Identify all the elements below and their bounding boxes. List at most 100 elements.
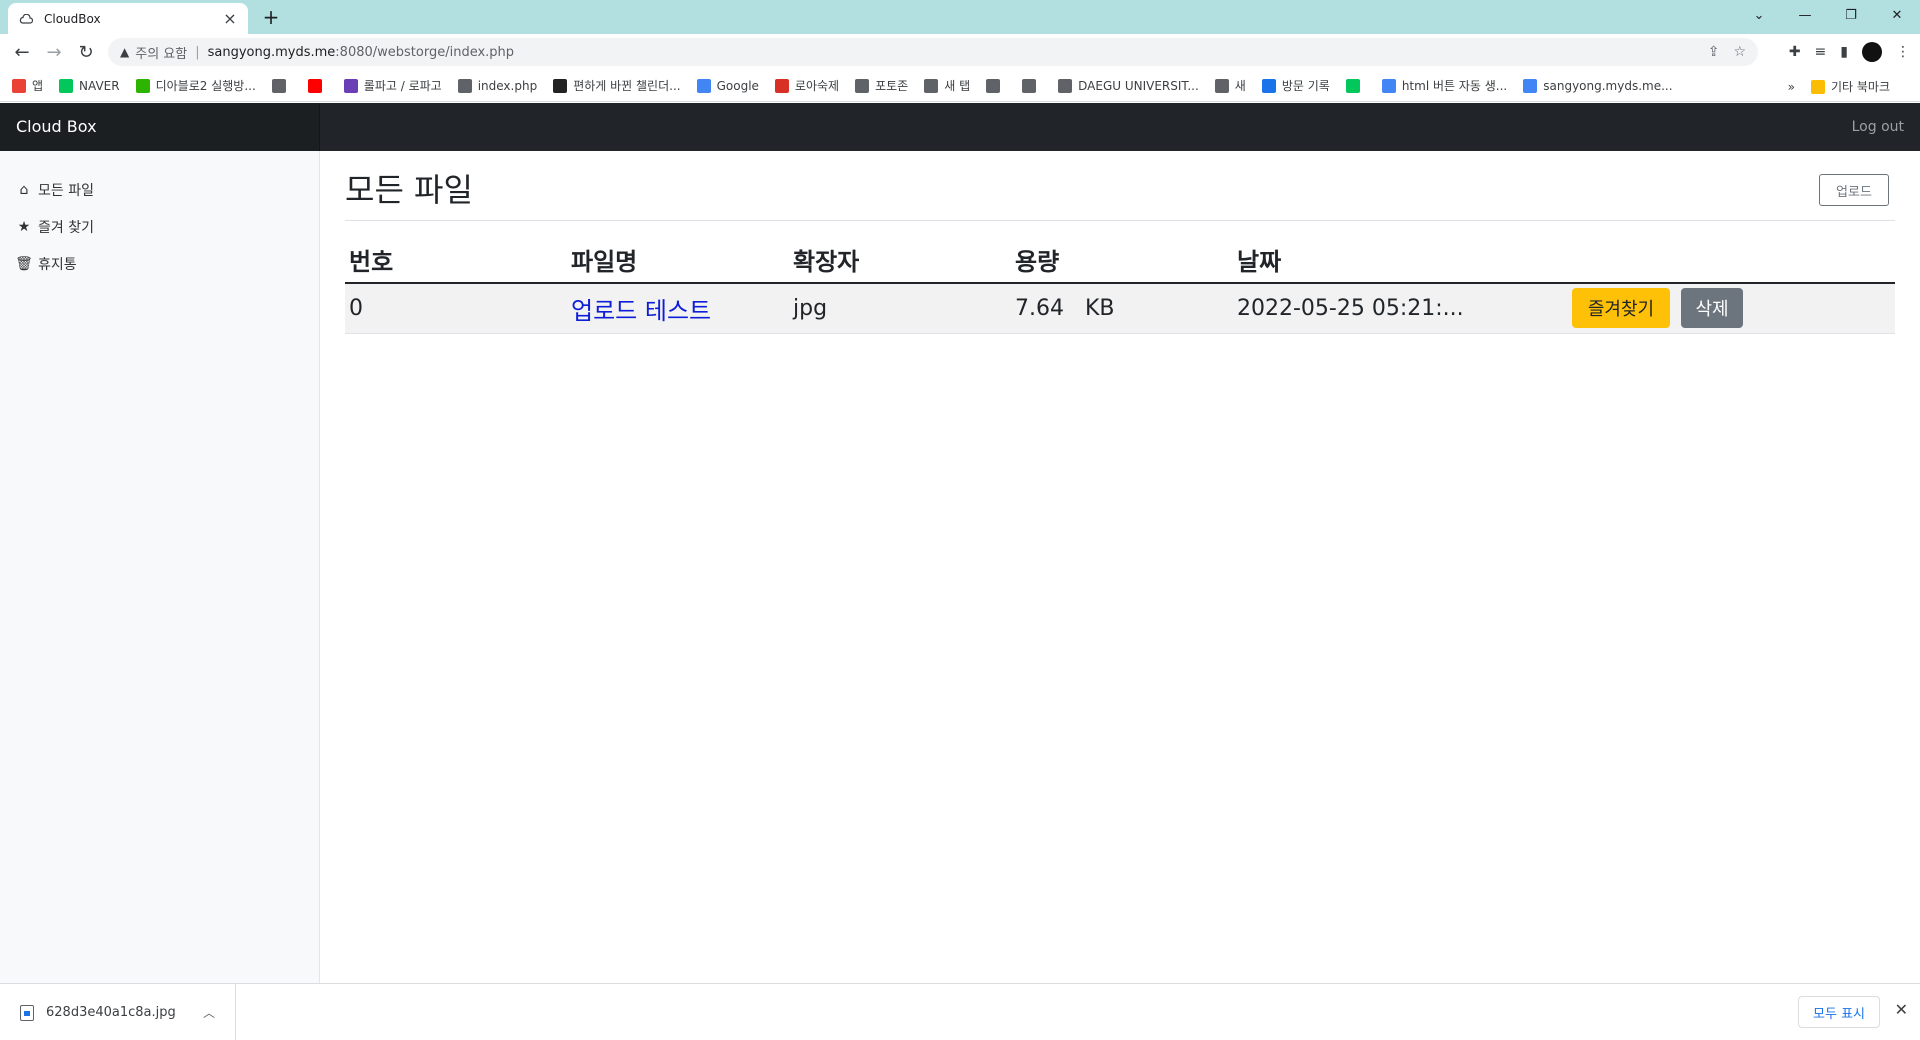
bookmark-label: index.php [477,78,538,93]
file-link[interactable]: 업로드 테스트 [571,297,711,325]
bookmark-item[interactable]: NAVER [59,78,120,93]
download-item[interactable]: 628d3e40a1c8a.jpg ︿ [0,984,236,1040]
sidebar-item-label: 모든 파일 [38,182,94,199]
other-bookmarks[interactable]: 기타 북마크 [1810,78,1890,95]
trash-icon: 🗑 [15,255,33,272]
bookmark-favicon-icon [774,78,789,93]
bookmark-favicon-icon [343,78,358,93]
favorite-button[interactable]: 즐겨찾기 [1572,288,1670,329]
file-table: 번호 파일명 확장자 용량 날짜 0 업로드 테스트 jpg 7.64 KB 2… [345,237,1895,334]
side-panel-icon[interactable]: ▮ [1840,44,1848,60]
window-controls: ⌄ — ❐ ✕ [1736,0,1920,30]
bookmark-item[interactable]: 편하게 바뀐 챌린더... [553,77,681,94]
bookmark-favicon-icon [1523,78,1538,93]
address-path[interactable]: :8080/webstorge/index.php [335,45,514,60]
brand-logo[interactable]: Cloud Box [0,103,320,151]
bookmark-item[interactable]: Google [696,78,759,93]
home-icon: ⌂ [19,181,29,198]
bookmark-favicon-icon [855,78,870,93]
upload-button[interactable]: 업로드 [1819,174,1889,206]
menu-icon[interactable]: ⋮ [1896,44,1910,60]
bookmark-item[interactable]: 롤파고 / 로파고 [343,77,442,94]
reading-list-icon[interactable]: ≡ [1815,44,1827,60]
folder-icon [1810,79,1825,94]
bookmark-label: 앱 [32,79,44,93]
close-window-button[interactable]: ✕ [1874,0,1920,30]
bookmark-item[interactable]: DAEGU UNIVERSIT... [1058,78,1199,93]
bookmark-item[interactable]: index.php [457,78,538,93]
bookmark-item[interactable]: 로아숙제 [774,77,840,94]
address-bar[interactable]: ▲ 주의 요함 | sangyong.myds.me :8080/webstor… [108,38,1758,66]
header-extension: 확장자 [789,237,1011,284]
bookmark-item[interactable]: 디아블로2 실행방... [135,77,256,94]
bookmark-item[interactable]: 새 [1214,77,1246,94]
show-all-button[interactable]: 모두 표시 [1798,996,1880,1028]
bookmark-item[interactable] [1345,78,1366,93]
table-row: 0 업로드 테스트 jpg 7.64 KB 2022-05-25 05:21:.… [345,283,1895,334]
sidebar-item[interactable]: 🗑 휴지통 [0,245,319,282]
back-icon[interactable]: ← [8,38,36,66]
bookmark-item[interactable]: sangyong.myds.me... [1523,78,1673,93]
bookmarks-right: » 기타 북마크 [1788,78,1906,95]
bookmark-label: 방문 기록 [1281,79,1330,93]
bookmark-item[interactable]: 포토존 [855,77,908,94]
page-title: 모든 파일 [345,171,473,209]
bookmarks-bar: 앱 NAVER 디아블로2 실행방... 롤파고 / 로파고 index.php 편하게 … [0,70,1920,102]
sidebar: ⌂ 모든 파일 ★ 즐겨 찾기 🗑 휴지통 [0,151,320,983]
page-header: 모든 파일 업로드 [345,151,1895,221]
bookmark-item[interactable]: html 버튼 자동 생... [1381,77,1507,94]
bookmark-item[interactable] [307,78,328,93]
bookmarks-overflow[interactable]: » [1788,80,1795,94]
bookmark-favicon-icon [1381,78,1396,93]
bookmark-item[interactable]: 새 탭 [924,77,970,94]
bookmark-favicon-icon [553,78,568,93]
bookmark-favicon-icon [696,78,711,93]
address-host[interactable]: sangyong.myds.me [208,45,336,60]
download-filename: 628d3e40a1c8a.jpg [46,1005,176,1020]
minimize-button[interactable]: — [1782,0,1828,30]
extensions-icon[interactable]: ✚ [1789,44,1801,60]
bookmark-star-icon[interactable]: ☆ [1733,44,1746,60]
bookmark-label: 로아숙제 [794,79,840,93]
share-icon[interactable]: ⇪ [1708,44,1720,60]
close-icon[interactable]: ✕ [1895,1000,1908,1019]
cell-actions: 즐겨찾기 삭제 [1568,283,1895,334]
new-tab-button[interactable]: + [260,6,282,28]
bookmark-item[interactable] [986,78,1006,93]
star-icon: ★ [17,218,31,235]
header-date: 날짜 [1233,237,1568,284]
bookmark-favicon-icon [271,78,286,93]
delete-button[interactable]: 삭제 [1681,288,1743,329]
bookmark-favicon-icon [1022,78,1037,93]
bookmark-favicon-icon [1345,78,1360,93]
header-size: 용량 [1011,237,1233,284]
logout-link[interactable]: Log out [1852,103,1904,151]
forward-icon[interactable]: → [40,38,68,66]
bookmark-favicon-icon [59,78,74,93]
tab-search-icon[interactable]: ⌄ [1736,0,1782,30]
browser-tab[interactable]: CloudBox × [8,3,248,34]
bookmark-item[interactable]: 방문 기록 [1261,77,1330,94]
bookmark-favicon-icon [1214,78,1229,93]
bookmark-item[interactable]: 앱 [12,77,43,94]
cell-size: 7.64 KB [1011,283,1233,334]
browser-toolbar: ← → ↻ ▲ 주의 요함 | sangyong.myds.me :8080/w… [0,34,1920,70]
bookmark-favicon-icon [307,78,322,93]
security-warning-label[interactable]: 주의 요함 [135,43,187,62]
cloud-icon [18,11,34,27]
header-number: 번호 [345,237,567,284]
restore-button[interactable]: ❐ [1828,0,1874,30]
reload-icon[interactable]: ↻ [72,38,100,66]
sidebar-item[interactable]: ★ 즐겨 찾기 [0,208,319,245]
bookmark-item[interactable] [271,78,292,93]
warning-icon[interactable]: ▲ [120,45,129,59]
chevron-up-icon[interactable]: ︿ [203,1004,215,1021]
sidebar-item-label: 즐겨 찾기 [38,219,94,236]
other-bookmarks-label: 기타 북마크 [1830,80,1890,94]
sidebar-item[interactable]: ⌂ 모든 파일 [0,171,319,208]
profile-avatar[interactable] [1862,42,1882,62]
bookmark-label: 새 탭 [944,79,971,93]
close-tab-icon[interactable]: × [222,10,238,27]
bookmark-item[interactable] [1022,78,1042,93]
tab-title: CloudBox [44,11,101,26]
